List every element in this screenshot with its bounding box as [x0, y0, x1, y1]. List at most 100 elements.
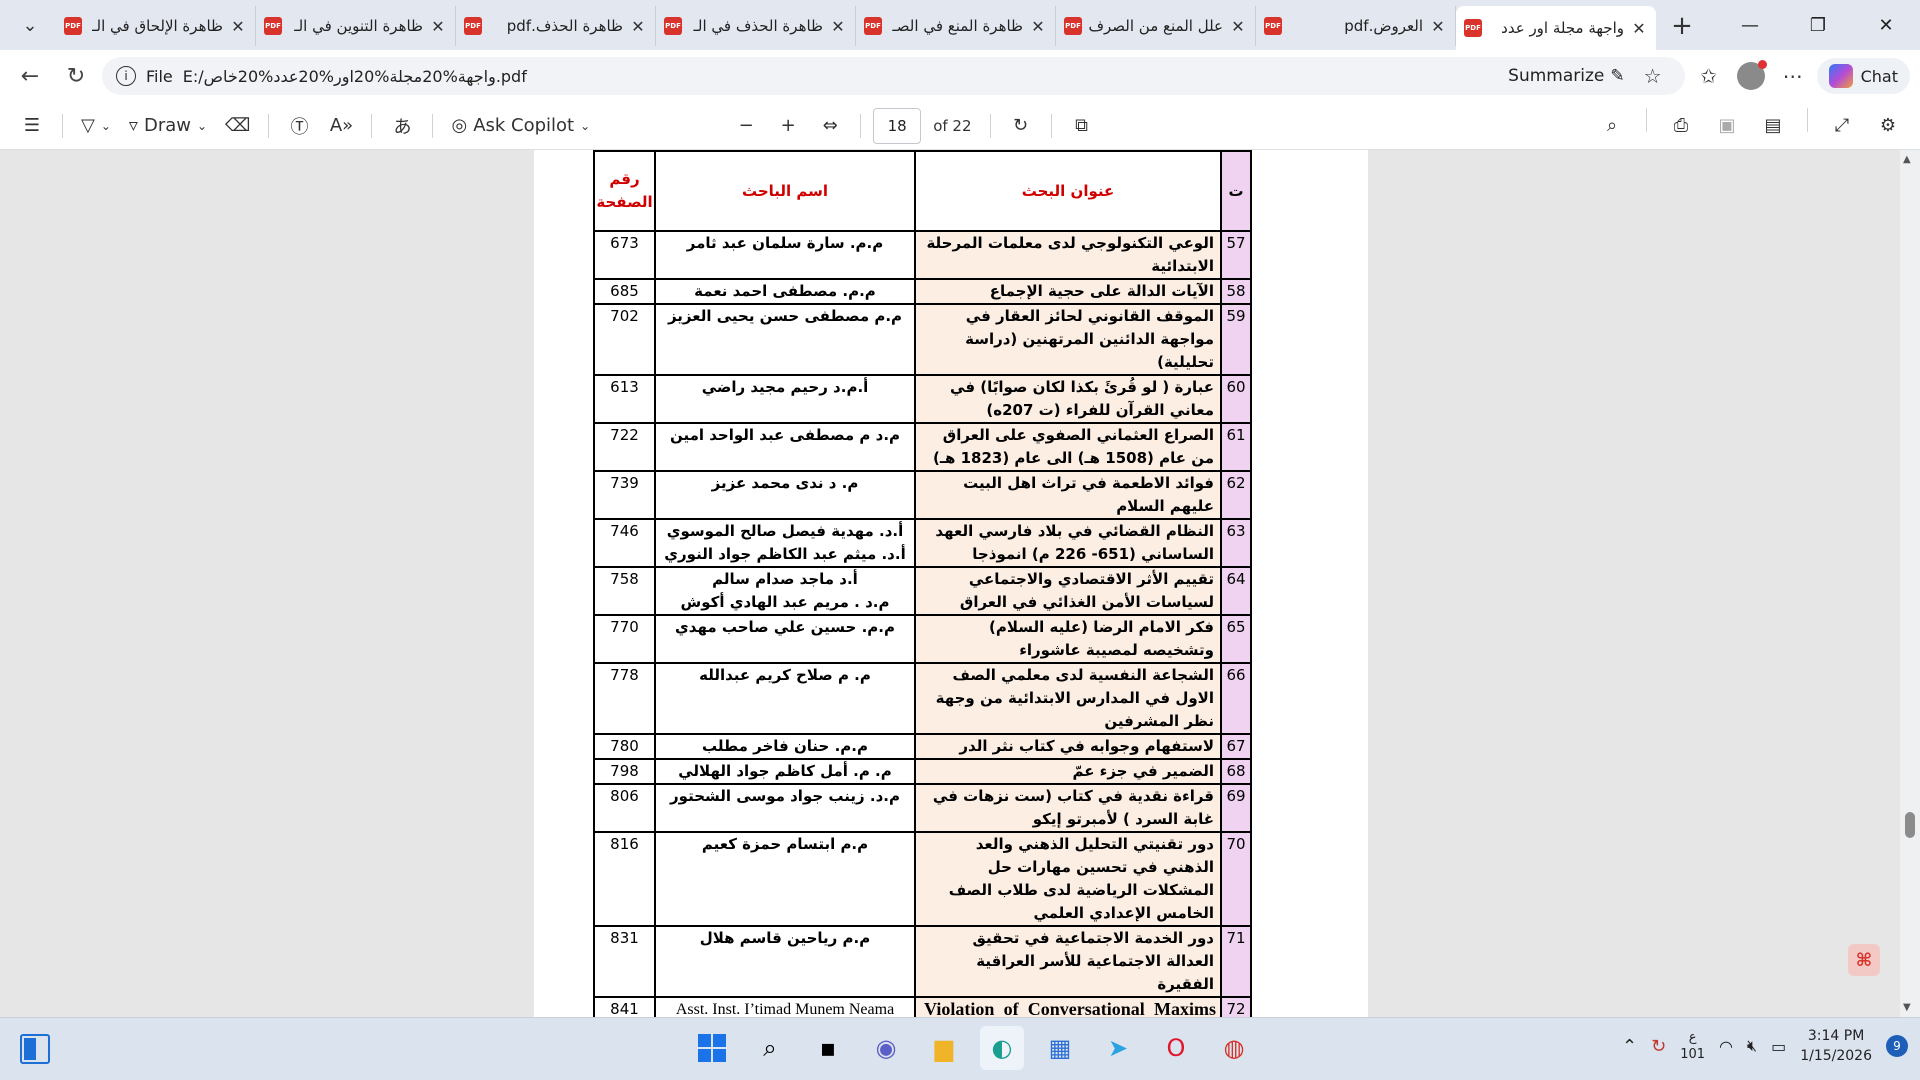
profile-button[interactable]: [1733, 58, 1769, 94]
file-explorer-app[interactable]: ▆: [922, 1026, 966, 1070]
researcher-name: م.د م مصطفى عبد الواحد امين: [654, 422, 916, 472]
row-number: 57: [1220, 230, 1252, 280]
page-number-input[interactable]: 18: [873, 107, 922, 144]
language-bottom: 101: [1680, 1047, 1706, 1062]
add-text-button[interactable]: Ⓣ: [281, 108, 317, 144]
address-bar: ← ↻ i File E:/واجهة%20مجلة%20اور%20عدد%2…: [0, 50, 1920, 102]
pdf-file-icon: PDF: [64, 17, 82, 35]
url-text[interactable]: E:/واجهة%20مجلة%20اور%20عدد%20خاص.pdf: [183, 67, 527, 86]
tab-title: ظاهرة الحذف في الـ: [693, 17, 823, 35]
chrome-app[interactable]: ◍: [1212, 1026, 1256, 1070]
draw-button[interactable]: ▿ Draw ⌄: [123, 108, 213, 144]
contents-button[interactable]: ☰: [14, 108, 50, 144]
close-tab-icon[interactable]: ✕: [1029, 17, 1047, 36]
rotate-button[interactable]: ↻: [1003, 108, 1039, 144]
language-indicator[interactable]: ع 101: [1680, 1029, 1705, 1063]
minimize-button[interactable]: —: [1716, 0, 1784, 50]
opera-app[interactable]: O: [1154, 1026, 1198, 1070]
browser-tab[interactable]: PDF علل المنع من الصرف ✕: [1056, 6, 1256, 46]
header-page: رقم الصفحة: [593, 150, 656, 232]
scroll-down-icon[interactable]: ▼: [1903, 1002, 1911, 1013]
sync-icon[interactable]: ↻: [1651, 1036, 1666, 1057]
browser-tab[interactable]: PDF ظاهرة الحذف.pdf ✕: [456, 6, 656, 46]
back-button[interactable]: ←: [10, 56, 50, 96]
pdf-file-icon: PDF: [864, 17, 882, 35]
scroll-up-icon[interactable]: ▲: [1903, 154, 1911, 165]
chevron-up-icon[interactable]: ⌃: [1622, 1036, 1637, 1057]
table-row: 59 الموقف القانوني لحائز العقار في مواجهة…: [593, 303, 1252, 376]
restore-icon: ❐: [1809, 14, 1827, 36]
search-button[interactable]: ⌕: [748, 1026, 792, 1070]
pdf-settings-button[interactable]: ⚙: [1870, 108, 1906, 144]
more-menu-button[interactable]: ⋯: [1775, 58, 1811, 94]
refresh-button[interactable]: ↻: [56, 56, 96, 96]
chrome-icon: ◍: [1223, 1034, 1245, 1062]
save-button[interactable]: ▣: [1709, 108, 1745, 144]
fullscreen-button[interactable]: ⤢: [1824, 108, 1860, 144]
telegram-app[interactable]: ➤: [1096, 1026, 1140, 1070]
start-button[interactable]: [690, 1026, 734, 1070]
zoom-in-button[interactable]: +: [770, 108, 806, 144]
summarize-button[interactable]: Summarize ✎: [1508, 66, 1624, 86]
page-total: of 22: [933, 116, 972, 135]
task-view-button[interactable]: ▪: [806, 1026, 850, 1070]
vertical-scrollbar[interactable]: ▲ ▼: [1900, 150, 1920, 1017]
page-number: 613: [593, 374, 656, 424]
copilot-chat-button[interactable]: Chat: [1816, 58, 1910, 94]
research-title: قراءة نقدية في كتاب (ست نزهات في غابة ال…: [914, 783, 1222, 833]
row-number: 69: [1220, 783, 1252, 833]
erase-button[interactable]: ⌫: [219, 108, 256, 144]
system-tray: ⌃ ↻ ع 101 ◠ 🔇︎ ▭ 3:14 PM 1/15/2026 9: [1622, 1026, 1908, 1066]
translate-button[interactable]: あ: [384, 108, 420, 144]
highlight-button[interactable]: ▽ ⌄: [75, 108, 117, 144]
close-tab-icon[interactable]: ✕: [629, 17, 647, 36]
url-omnibox[interactable]: i File E:/واجهة%20مجلة%20اور%20عدد%20خاص…: [102, 57, 1685, 95]
battery-icon[interactable]: ▭: [1771, 1037, 1786, 1056]
meet-app[interactable]: ◉: [864, 1026, 908, 1070]
tab-actions-menu-button[interactable]: ⌄: [8, 3, 52, 47]
browser-tab[interactable]: PDF ظاهرة الإلحاق في الـ ✕: [56, 6, 256, 46]
acrobat-icon[interactable]: ⌘: [1848, 944, 1880, 976]
researcher-name: م.م مصطفى حسن يحيى العزيز: [654, 303, 916, 376]
chevron-down-icon: ⌄: [196, 118, 208, 133]
speaker-muted-icon[interactable]: 🔇︎: [1747, 1036, 1757, 1056]
info-icon[interactable]: i: [116, 66, 136, 86]
close-tab-icon[interactable]: ✕: [1229, 17, 1247, 36]
close-tab-icon[interactable]: ✕: [229, 17, 247, 36]
edge-app[interactable]: ◐: [980, 1026, 1024, 1070]
page-number: 702: [593, 303, 656, 376]
print-button[interactable]: ⎙: [1663, 108, 1699, 144]
clock[interactable]: 3:14 PM 1/15/2026: [1800, 1026, 1872, 1066]
ask-copilot-button[interactable]: ◎ Ask Copilot ⌄: [445, 108, 596, 144]
save-as-button[interactable]: ▤: [1755, 108, 1791, 144]
browser-tab[interactable]: PDF واجهة مجلة اور عدد ✕: [1456, 6, 1656, 50]
research-title: فوائد الاطعمة في تراث اهل البيت عليهم ال…: [914, 470, 1222, 520]
browser-tab[interactable]: PDF ظاهرة التنوين في الـ ✕: [256, 6, 456, 46]
zoom-out-button[interactable]: −: [728, 108, 764, 144]
windows-logo-icon: [698, 1034, 726, 1062]
summarize-icon: ✎: [1610, 66, 1625, 86]
close-tab-icon[interactable]: ✕: [429, 17, 447, 36]
browser-tab[interactable]: PDF ظاهرة الحذف في الـ ✕: [656, 6, 856, 46]
new-tab-button[interactable]: +: [1662, 6, 1702, 46]
page-view-button[interactable]: ⧉: [1064, 108, 1100, 144]
favorite-star-icon[interactable]: ☆: [1635, 58, 1671, 94]
close-tab-icon[interactable]: ✕: [1630, 19, 1648, 38]
print-icon: ⎙: [1673, 115, 1689, 136]
close-window-button[interactable]: ✕: [1852, 0, 1920, 50]
maximize-button[interactable]: ❐: [1784, 0, 1852, 50]
store-app[interactable]: ▦: [1038, 1026, 1082, 1070]
browser-tab[interactable]: PDF العروض.pdf ✕: [1256, 6, 1456, 46]
close-tab-icon[interactable]: ✕: [829, 17, 847, 36]
favorites-button[interactable]: ✩: [1691, 58, 1727, 94]
find-button[interactable]: ⌕: [1594, 108, 1630, 144]
notification-badge[interactable]: 9: [1886, 1035, 1908, 1057]
scrollbar-thumb[interactable]: [1905, 812, 1915, 838]
read-aloud-button[interactable]: A»: [323, 108, 359, 144]
wifi-icon[interactable]: ◠: [1719, 1037, 1733, 1056]
pdf-viewport[interactable]: ت عنوان البحث اسم الباحث رقم الصفحة 57 ال…: [0, 150, 1920, 1017]
browser-tab[interactable]: PDF ظاهرة المنع في الصـ ✕: [856, 6, 1056, 46]
fit-page-button[interactable]: ⇔: [812, 108, 848, 144]
widgets-icon[interactable]: [20, 1034, 50, 1064]
close-tab-icon[interactable]: ✕: [1429, 17, 1447, 36]
